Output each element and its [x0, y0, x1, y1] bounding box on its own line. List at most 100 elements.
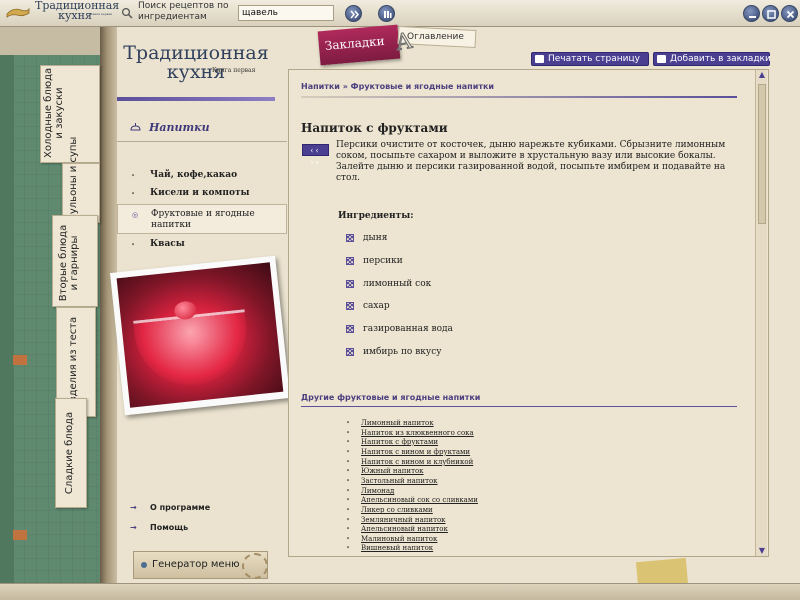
color-swatch: [13, 530, 27, 540]
bookmarks-tab[interactable]: Закладки: [317, 24, 401, 66]
menu-generator-icon: [141, 562, 147, 568]
print-page-button[interactable]: Печатать страницу: [531, 52, 649, 66]
printer-icon: [535, 55, 544, 63]
nav-bullet: •: [131, 190, 136, 198]
other-drink-label: Апельсиновый сок со сливками: [361, 496, 478, 504]
drink-photo: [109, 255, 291, 416]
search-go-button[interactable]: [345, 5, 362, 22]
nav-bullet: •: [131, 241, 136, 249]
minimize-icon: [749, 16, 756, 18]
other-drink-label: Малиновый напиток: [361, 535, 438, 543]
list-bullet: •: [346, 458, 351, 466]
add-bookmark-button[interactable]: Добавить в закладки: [653, 52, 771, 66]
list-bullet: •: [346, 448, 351, 456]
ingredient-bullet-icon: [346, 325, 354, 333]
side-tab-broths-soups[interactable]: Бульоны и супы: [62, 136, 100, 223]
nav-item-label: Кисели и компоты: [150, 188, 250, 198]
app-title-sub: Книга первая: [90, 12, 112, 16]
other-drinks-divider: [301, 406, 737, 407]
side-tab-label: Бульоны и супы: [68, 136, 79, 221]
list-bullet: •: [346, 467, 351, 475]
bookmarks-label: Закладки: [324, 33, 386, 53]
nav-item-tea-coffee[interactable]: • Чай, кофе,какао: [117, 170, 287, 182]
scroll-up-arrow-icon[interactable]: ▲: [756, 70, 768, 80]
nav-item-kvass[interactable]: • Квасы: [117, 239, 287, 251]
nav-item-label: Чай, кофе,какао: [150, 170, 238, 180]
app-title-main: Традиционная кухня: [35, 0, 120, 22]
advanced-search-button[interactable]: [378, 5, 395, 22]
bottom-strip: [0, 583, 800, 600]
other-drink-label: Земляничный напиток: [361, 516, 446, 524]
ingredient-bullet-icon: [346, 302, 354, 310]
side-tab-label-line: и закуски: [54, 87, 65, 139]
other-drink-label: Застольный напиток: [361, 477, 438, 485]
other-drink-label: Лимонный напиток: [361, 419, 434, 427]
scroll-down-arrow-icon[interactable]: ▼: [756, 546, 768, 556]
maximize-icon: [767, 10, 776, 19]
print-page-label: Печатать страницу: [548, 54, 640, 64]
nav-bullet: •: [131, 172, 136, 180]
minimize-button[interactable]: [743, 5, 760, 22]
list-bullet: •: [346, 419, 351, 427]
top-toolbar: Традиционная кухня Книга первая Поиск ре…: [0, 0, 800, 27]
ingredient-label: лимонный сок: [363, 279, 432, 289]
ingredient-bullet-icon: [346, 348, 354, 356]
list-bullet: •: [346, 516, 351, 524]
nav-item-fruit-drinks[interactable]: ◎ Фруктовые и ягодные напитки: [117, 204, 287, 234]
arrow-right-icon: →: [130, 523, 137, 532]
ingredient-bullet-icon: [346, 257, 354, 265]
close-button[interactable]: [781, 5, 798, 22]
ingredient-label: газированная вода: [363, 324, 453, 334]
app-window: Традиционная кухня Книга первая Поиск ре…: [0, 0, 800, 600]
about-label: О программе: [150, 503, 211, 512]
other-drink-label: Лимонад: [361, 487, 395, 495]
search-label: Поиск рецептов по ингредиентам: [138, 1, 229, 22]
list-bullet: •: [346, 429, 351, 437]
recipe-nav-arrows[interactable]: ‹‹ ››: [302, 144, 329, 167]
ingredient-label: дыня: [363, 233, 388, 243]
panel-edge: [0, 27, 14, 583]
app-title: Традиционная кухня Книга первая: [35, 0, 119, 21]
breadcrumb-root[interactable]: Напитки: [301, 82, 340, 91]
side-tab-main-dishes[interactable]: Вторые блюда и гарниры: [52, 215, 98, 307]
search-input[interactable]: [238, 5, 334, 21]
book-subtitle: Книга первая: [212, 67, 256, 74]
side-tab-label-line: Бульоны и супы: [68, 136, 79, 221]
side-tab-label-line: Вторые блюда: [58, 224, 69, 302]
menu-generator-label: Генератор меню: [152, 559, 240, 570]
double-chevron-right-icon: [350, 10, 359, 19]
side-tab-label: Вторые блюда и гарниры: [58, 222, 80, 304]
gear-icon: [242, 553, 268, 579]
section-divider: [117, 141, 287, 142]
list-bullet: •: [346, 525, 351, 533]
advanced-search-icon: [384, 11, 392, 18]
contents-label: Оглавление: [407, 32, 464, 42]
book-logo-icon: [6, 7, 30, 18]
nav-item-kissels[interactable]: • Кисели и компоты: [117, 188, 287, 200]
side-tab-label: Сладкие блюда: [64, 407, 75, 499]
breadcrumb-separator: »: [342, 82, 348, 91]
nav-bullet-active: ◎: [132, 211, 139, 219]
side-tab-sweet-dishes[interactable]: Сладкие блюда: [55, 398, 87, 508]
other-drink-label: Напиток с вином и клубникой: [361, 458, 474, 466]
drink-section-icon: [130, 123, 141, 131]
other-drinks-title: Другие фруктовые и ягодные напитки: [301, 393, 481, 402]
list-bullet: •: [346, 506, 351, 514]
breadcrumb-divider: [301, 96, 737, 98]
other-drink-label: Южный напиток: [361, 467, 424, 475]
list-bullet: •: [346, 496, 351, 504]
side-tab-label-line: Холодные блюда: [43, 67, 54, 158]
bookmark-add-icon: [657, 55, 666, 63]
close-icon: [786, 10, 795, 19]
other-drink-label: Ликер со сливками: [361, 506, 433, 514]
scroll-thumb[interactable]: [758, 84, 766, 224]
ingredient-bullet-icon: [346, 280, 354, 288]
ingredient-label: имбирь по вкусу: [363, 347, 442, 357]
breadcrumb-current[interactable]: Фруктовые и ягодные напитки: [351, 82, 494, 91]
menu-generator-button[interactable]: Генератор меню: [133, 551, 268, 579]
list-bullet: •: [346, 438, 351, 446]
content-scrollbar[interactable]: ▲ ▼: [755, 70, 767, 556]
add-bookmark-label: Добавить в закладки: [670, 54, 771, 64]
maximize-button[interactable]: [762, 5, 779, 22]
list-bullet: •: [346, 544, 351, 552]
